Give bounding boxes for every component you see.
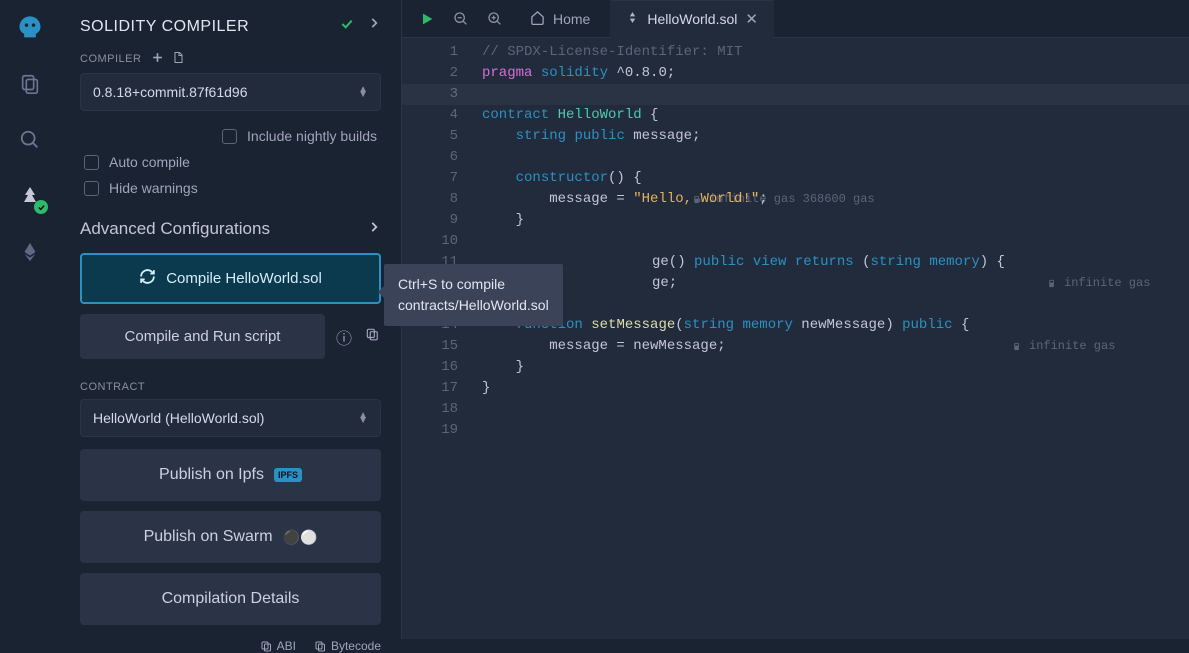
line-number: 4 [402, 105, 458, 126]
success-badge-icon [34, 200, 48, 214]
chevron-right-icon [367, 219, 381, 239]
zoom-out-icon[interactable] [446, 4, 476, 34]
compiler-panel: SOLIDITY COMPILER COMPILER 0.8.18+commit… [60, 0, 402, 639]
line-number: 15 [402, 336, 458, 357]
refresh-icon [139, 268, 156, 289]
file-icon[interactable] [172, 51, 184, 67]
plus-icon[interactable] [151, 51, 164, 67]
check-icon [339, 16, 355, 37]
include-nightly-row: Include nightly builds [80, 123, 381, 149]
line-number: 8 [402, 189, 458, 210]
chevron-right-icon[interactable] [367, 16, 381, 37]
contract-select[interactable]: HelloWorld (HelloWorld.sol) ▲▼ [80, 399, 381, 437]
logo-icon[interactable] [14, 12, 46, 44]
home-icon [530, 10, 545, 28]
compile-tooltip: Ctrl+S to compile contracts/HelloWorld.s… [384, 264, 563, 326]
line-number: 17 [402, 378, 458, 399]
deploy-icon[interactable] [14, 236, 46, 268]
updown-icon: ▲▼ [358, 413, 368, 423]
bottom-links: ABI Bytecode [80, 639, 381, 653]
compile-button[interactable]: Compile HelloWorld.sol [80, 253, 381, 304]
tab-file[interactable]: HelloWorld.sol ✕ [610, 0, 774, 38]
abi-link[interactable]: ABI [260, 639, 296, 653]
hide-warnings-checkbox[interactable] [84, 181, 99, 196]
auto-compile-checkbox[interactable] [84, 155, 99, 170]
copy-icon[interactable] [363, 327, 381, 346]
line-number: 6 [402, 147, 458, 168]
compilation-details-button[interactable]: Compilation Details [80, 573, 381, 625]
tab-bar: Home HelloWorld.sol ✕ [402, 0, 1189, 38]
swarm-badge-icon: ⚫⚪ [283, 529, 318, 546]
line-number: 2 [402, 63, 458, 84]
file-explorer-icon[interactable] [14, 68, 46, 100]
line-gutter: 12345678910111213141516171819 [402, 38, 474, 639]
search-icon[interactable] [14, 124, 46, 156]
panel-title: SOLIDITY COMPILER [80, 18, 249, 36]
line-number: 16 [402, 357, 458, 378]
panel-header: SOLIDITY COMPILER [80, 16, 381, 37]
include-nightly-checkbox[interactable] [222, 129, 237, 144]
close-icon[interactable]: ✕ [745, 10, 758, 28]
hide-warnings-row: Hide warnings [80, 175, 381, 201]
line-number: 1 [402, 42, 458, 63]
line-number: 5 [402, 126, 458, 147]
code-editor[interactable]: 12345678910111213141516171819 // SPDX-Li… [402, 38, 1189, 639]
info-icon[interactable]: ⓘ [335, 325, 353, 349]
zoom-in-icon[interactable] [480, 4, 510, 34]
line-number: 19 [402, 420, 458, 441]
tab-home[interactable]: Home [514, 0, 606, 38]
line-number: 9 [402, 210, 458, 231]
publish-ipfs-button[interactable]: Publish on Ipfs IPFS [80, 449, 381, 501]
bytecode-link[interactable]: Bytecode [314, 639, 381, 653]
icon-rail [0, 0, 60, 639]
compiler-icon[interactable] [14, 180, 46, 212]
code-lines: // SPDX-License-Identifier: MIT pragma s… [474, 38, 1189, 639]
updown-icon: ▲▼ [358, 87, 368, 97]
run-icon[interactable] [412, 4, 442, 34]
compiler-version-select[interactable]: 0.8.18+commit.87f61d96 ▲▼ [80, 73, 381, 111]
line-number: 7 [402, 168, 458, 189]
contract-subhead: CONTRACT [80, 381, 381, 393]
solidity-file-icon [626, 11, 639, 27]
compile-run-button[interactable]: Compile and Run script [80, 314, 325, 359]
compiler-subhead: COMPILER [80, 51, 381, 67]
publish-swarm-button[interactable]: Publish on Swarm ⚫⚪ [80, 511, 381, 563]
line-number: 18 [402, 399, 458, 420]
line-number: 10 [402, 231, 458, 252]
auto-compile-row: Auto compile [80, 149, 381, 175]
advanced-config-toggle[interactable]: Advanced Configurations [80, 219, 381, 239]
ipfs-badge-icon: IPFS [274, 468, 302, 482]
